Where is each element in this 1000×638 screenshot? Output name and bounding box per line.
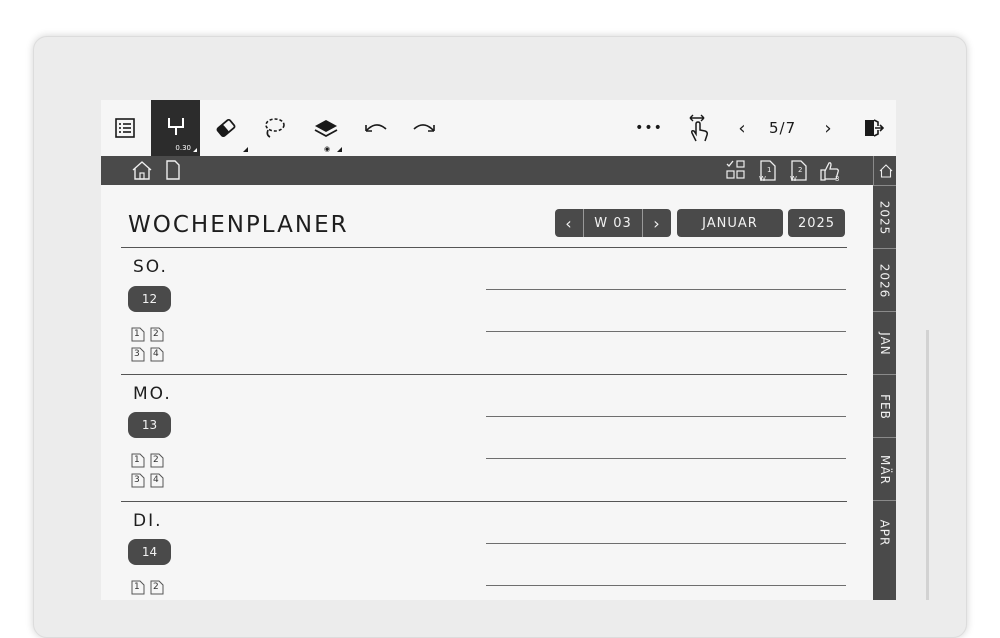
toc-icon[interactable]	[103, 100, 147, 156]
side-tab-2026[interactable]: 2026	[873, 248, 896, 312]
pen-size-label: 0.30	[175, 144, 191, 152]
svg-text:3: 3	[835, 175, 839, 182]
svg-text:W: W	[759, 175, 766, 182]
scroll-track[interactable]	[926, 330, 929, 600]
note-icon[interactable]: 3	[131, 347, 145, 362]
week1-note-icon[interactable]: 1W	[758, 160, 778, 186]
redo-icon[interactable]	[402, 100, 446, 156]
week2-note-icon[interactable]: 2W	[789, 160, 809, 186]
note-icon[interactable]: 2	[150, 327, 164, 342]
toolbar: 0.30 ◉ ••• ‹ 5/7 ›	[101, 100, 896, 156]
note-icon[interactable]: 4	[150, 347, 164, 362]
exit-icon[interactable]	[853, 100, 893, 156]
touch-gesture-icon[interactable]	[677, 100, 721, 156]
note-links-monday: 1 2 3 4	[131, 453, 169, 488]
side-tab-mar[interactable]: MÄR	[873, 437, 896, 501]
side-tab-bar: 2025 2026 JAN FEB MÄR APR	[873, 156, 896, 600]
year-button[interactable]: 2025	[788, 209, 845, 237]
side-tab-feb[interactable]: FEB	[873, 374, 896, 438]
layers-icon[interactable]: ◉	[304, 100, 348, 156]
note-icon[interactable]: 1	[131, 327, 145, 342]
divider	[121, 374, 847, 375]
note-icon[interactable]: 1	[131, 580, 145, 595]
writing-line[interactable]	[486, 585, 846, 586]
week-label: W 03	[594, 215, 632, 231]
note-icon[interactable]: 4	[150, 473, 164, 488]
date-badge-tuesday[interactable]: 14	[128, 539, 171, 565]
screen: 0.30 ◉ ••• ‹ 5/7 › 1 W 2 W 3 2025 2026 J…	[101, 100, 896, 600]
svg-text:W: W	[790, 175, 797, 182]
page-icon[interactable]	[165, 160, 181, 184]
date-badge-monday[interactable]: 13	[128, 412, 171, 438]
eye-icon: ◉	[324, 145, 331, 153]
more-menu-button[interactable]: •••	[627, 100, 671, 156]
writing-line[interactable]	[486, 289, 846, 290]
writing-line[interactable]	[486, 331, 846, 332]
thumbs-up-icon[interactable]: 3	[819, 160, 843, 186]
navigation-bar: 1W 2W 3	[101, 156, 873, 185]
writing-line[interactable]	[486, 458, 846, 459]
note-icon[interactable]: 1	[131, 453, 145, 468]
undo-icon[interactable]	[354, 100, 398, 156]
checklist-icon[interactable]	[726, 160, 746, 184]
prev-page-button[interactable]: ‹	[727, 100, 757, 156]
page-title: WOCHENPLANER	[128, 212, 349, 238]
writing-line[interactable]	[486, 543, 846, 544]
day-name-tuesday: DI.	[133, 511, 163, 531]
lasso-icon[interactable]	[252, 100, 296, 156]
svg-text:1: 1	[767, 166, 771, 174]
date-badge-sunday[interactable]: 12	[128, 286, 171, 312]
note-icon[interactable]: 3	[131, 473, 145, 488]
divider	[121, 501, 847, 502]
side-home-icon[interactable]	[873, 156, 896, 185]
side-tab-jan[interactable]: JAN	[873, 311, 896, 375]
prev-week-button[interactable]: ‹	[555, 209, 584, 237]
note-links-sunday: 1 2 3 4	[131, 327, 169, 362]
eraser-icon[interactable]	[204, 100, 248, 156]
writing-line[interactable]	[486, 416, 846, 417]
note-icon[interactable]: 2	[150, 580, 164, 595]
divider	[121, 247, 847, 248]
note-icon[interactable]: 2	[150, 453, 164, 468]
week-selector: ‹ W 03 ›	[555, 209, 671, 237]
svg-text:2: 2	[798, 166, 802, 174]
side-tab-apr[interactable]: APR	[873, 500, 896, 564]
next-week-button[interactable]: ›	[642, 209, 671, 237]
page-indicator: 5/7	[769, 119, 797, 137]
month-button[interactable]: JANUAR	[677, 209, 783, 237]
day-name-monday: MO.	[133, 384, 172, 404]
next-page-button[interactable]: ›	[813, 100, 843, 156]
day-name-sunday: SO.	[133, 257, 168, 277]
pen-tool-button[interactable]: 0.30	[151, 100, 200, 156]
side-tab-2025[interactable]: 2025	[873, 185, 896, 249]
note-links-tuesday: 1 2	[131, 580, 169, 595]
home-icon[interactable]	[131, 160, 153, 184]
